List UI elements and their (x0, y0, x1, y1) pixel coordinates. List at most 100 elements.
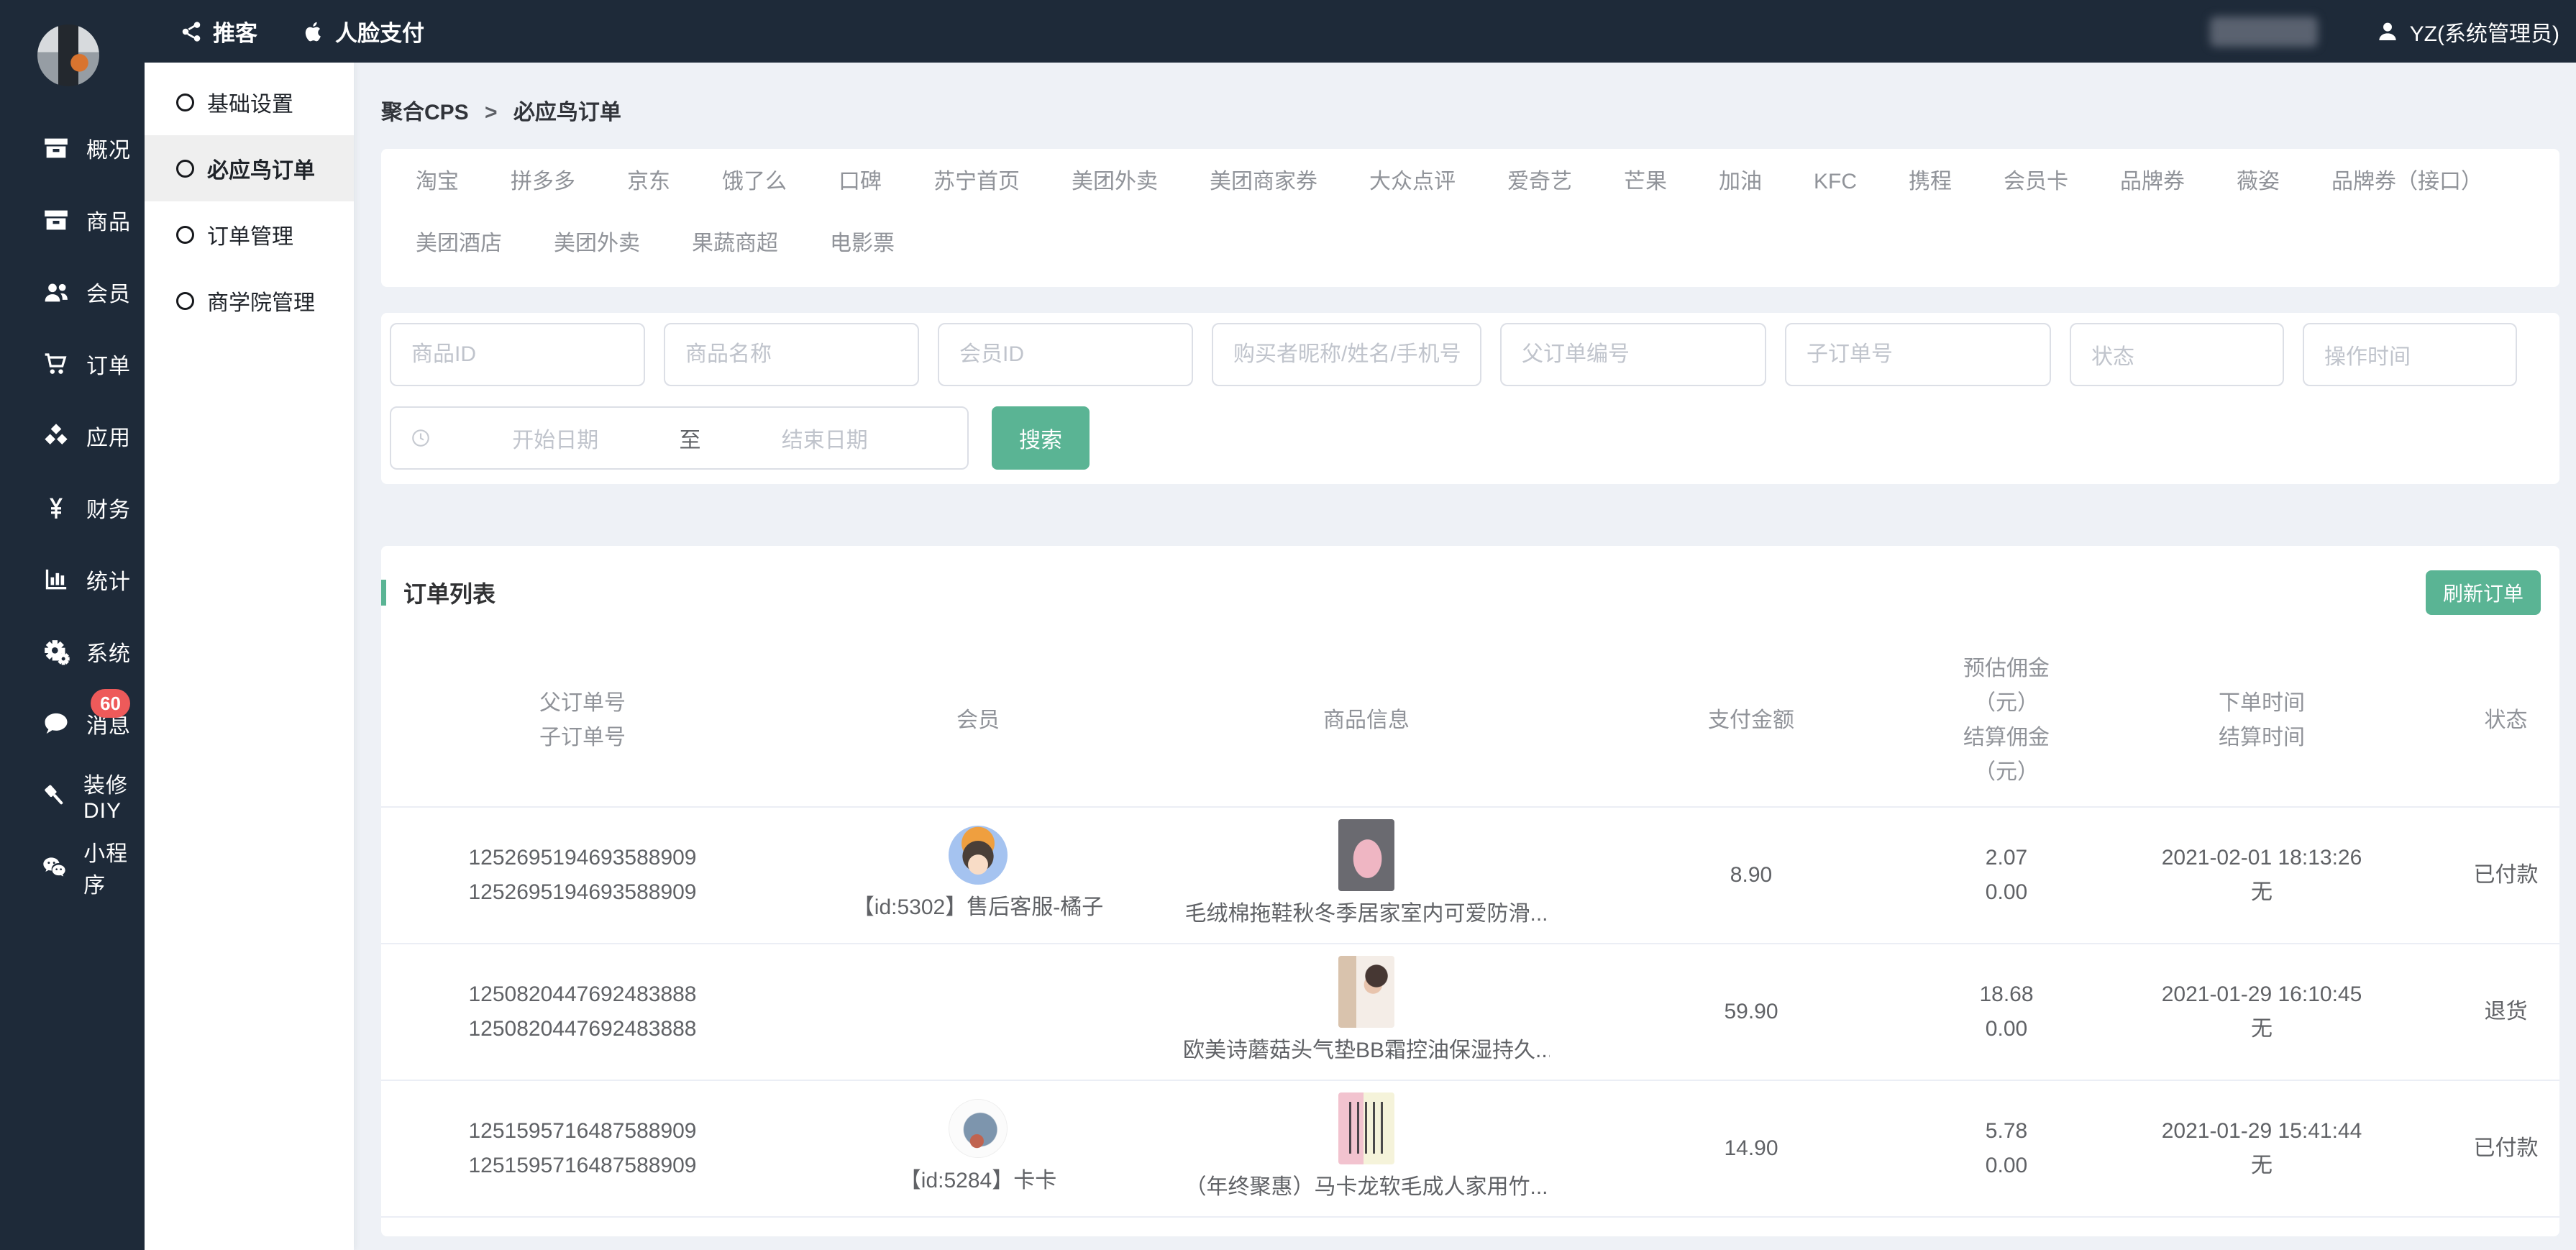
sidebar-item-overview[interactable]: 概况 (0, 112, 145, 184)
member-id-input[interactable] (938, 323, 1193, 386)
platform-tabs-card: 淘宝拼多多京东饿了么口碑苏宁首页美团外卖美团商家券大众点评爱奇艺芒果加油KFC携… (381, 149, 2559, 287)
platform-tab[interactable]: 淘宝 (416, 168, 459, 196)
refresh-orders-button[interactable]: 刷新订单 (2426, 570, 2541, 615)
sub-order-number: 1251595716487588909 (468, 1149, 696, 1183)
column-header: 下单时间结算时间 (2071, 686, 2452, 755)
platform-tab[interactable]: 品牌券（接口） (2331, 168, 2483, 196)
parent-order-number: 1251595716487588909 (468, 1114, 696, 1149)
platform-tab[interactable]: 电影票 (830, 229, 895, 258)
platform-tab[interactable]: 美团外卖 (554, 229, 640, 258)
sidebar-item-label: 系统 (86, 636, 131, 667)
status-select[interactable]: 状态 (2070, 323, 2284, 386)
member-cell: 【id:5302】售后客服-橘子 (784, 826, 1172, 925)
sub-order-no-input[interactable] (1785, 323, 2051, 386)
time-cell: 2021-02-01 18:13:26无 (2071, 841, 2452, 910)
subnav-item-bingbird-orders[interactable]: 必应鸟订单 (145, 135, 354, 201)
column-header: 商品信息 (1172, 703, 1561, 738)
current-user[interactable]: YZ(系统管理员) (2375, 16, 2559, 47)
order-list-header: 订单列表 刷新订单 (381, 570, 2559, 615)
platform-tab[interactable]: 品牌券 (2120, 168, 2185, 196)
sidebar-item-label: 财务 (86, 492, 131, 524)
breadcrumb-root[interactable]: 聚合CPS (381, 101, 469, 124)
gavel-icon (40, 781, 69, 810)
platform-tab[interactable]: 大众点评 (1369, 168, 1456, 196)
platform-tab[interactable]: 苏宁首页 (933, 168, 1020, 196)
status-cell: 已付款 (2452, 1131, 2559, 1166)
sidebar-item-messages[interactable]: 消息60 (0, 688, 145, 759)
sidebar-item-stats[interactable]: 统计 (0, 544, 145, 616)
column-header: 父订单号子订单号 (381, 686, 784, 755)
commission-cell: 5.780.00 (1942, 1114, 2071, 1183)
platform-tab[interactable]: 饿了么 (722, 168, 787, 196)
platform-tab[interactable]: 携程 (1909, 168, 1952, 196)
date-range-picker[interactable]: 开始日期 至 结束日期 (390, 406, 969, 470)
parent-order-number: 1252695194693588909 (468, 841, 696, 875)
platform-tab[interactable]: 美团外卖 (1072, 168, 1158, 196)
operate-time-select[interactable]: 操作时间 (2303, 323, 2517, 386)
platform-tab[interactable]: 芒果 (1624, 168, 1667, 196)
time-cell: 2021-01-29 16:10:45无 (2071, 977, 2452, 1046)
platform-tab[interactable]: 美团商家券 (1210, 168, 1317, 196)
sidebar-item-finance[interactable]: 财务 (0, 472, 145, 544)
cart-icon (40, 350, 72, 378)
platform-tab[interactable]: KFC (1814, 168, 1857, 196)
platform-tab[interactable]: 加油 (1719, 168, 1762, 196)
platform-tab[interactable]: 会员卡 (2004, 168, 2068, 196)
column-header: 预估佣金（元）结算佣金（元） (1942, 652, 2071, 790)
estimated-commission: 5.78 (1986, 1114, 2027, 1149)
platform-tab[interactable]: 美团酒店 (416, 229, 502, 258)
subnav-item-label: 基础设置 (207, 86, 293, 118)
settle-time: 无 (2251, 1149, 2273, 1183)
product-name-input[interactable] (664, 323, 919, 386)
sidebar-item-orders[interactable]: 订单 (0, 328, 145, 400)
sidebar-item-diy[interactable]: 装修DIY (0, 759, 145, 831)
profile-avatar[interactable] (37, 24, 99, 86)
filters-row-2: 开始日期 至 结束日期 搜索 (390, 406, 2551, 470)
table-row: 12508204476924838881250820447692483888欧美… (381, 944, 2559, 1081)
subnav-item-label: 必应鸟订单 (207, 152, 315, 184)
pay-amount-cell: 8.90 (1561, 858, 1942, 893)
subnav-item-academy-management[interactable]: 商学院管理 (145, 268, 354, 334)
circle-icon (176, 226, 194, 244)
subnav-item-basic-settings[interactable]: 基础设置 (145, 69, 354, 135)
commission-cell: 18.680.00 (1942, 977, 2071, 1046)
sub-order-number: 1250820447692483888 (468, 1012, 696, 1046)
order-numbers-cell: 12515957164875889091251595716487588909 (381, 1114, 784, 1183)
sidebar-item-miniprogram[interactable]: 小程序 (0, 831, 145, 903)
circle-icon (176, 160, 194, 178)
product-cell: （年终聚惠）马卡龙软毛成人家用竹... (1172, 1092, 1561, 1205)
status-label: 已付款 (2474, 858, 2539, 893)
topbar-nav-face-pay[interactable]: 人脸支付 (302, 15, 424, 47)
platform-tab[interactable]: 拼多多 (511, 168, 575, 196)
sidebar-item-members[interactable]: 会员 (0, 256, 145, 328)
parent-order-no-input[interactable] (1500, 323, 1766, 386)
platform-tab[interactable]: 口碑 (839, 168, 882, 196)
topbar-right: YZ(系统管理员) (2210, 0, 2559, 63)
pay-amount: 14.90 (1724, 1131, 1778, 1166)
product-cell: 欧美诗蘑菇头气垫BB霜控油保湿持久... (1172, 956, 1561, 1068)
buyer-keyword-input[interactable] (1212, 323, 1481, 386)
start-date-placeholder: 开始日期 (431, 422, 680, 454)
settle-time: 无 (2251, 875, 2273, 910)
gears-icon (40, 637, 72, 666)
sidebar-item-system[interactable]: 系统 (0, 616, 145, 688)
platform-tab[interactable]: 果蔬商超 (692, 229, 778, 258)
sidebar-item-goods[interactable]: 商品 (0, 184, 145, 256)
topbar-nav-tuike[interactable]: 推客 (180, 15, 257, 47)
wechat-icon (40, 853, 69, 882)
sidebar-item-apps[interactable]: 应用 (0, 400, 145, 472)
time-cell: 2021-01-29 15:41:44无 (2071, 1114, 2452, 1183)
product-id-input[interactable] (390, 323, 645, 386)
search-button[interactable]: 搜索 (992, 406, 1090, 470)
platform-tab[interactable]: 薇姿 (2237, 168, 2280, 196)
sidebar-item-label: 商品 (86, 204, 131, 236)
status-cell: 已付款 (2452, 858, 2559, 893)
cubes-icon (40, 421, 72, 450)
platform-tab[interactable]: 京东 (627, 168, 670, 196)
platform-tab[interactable]: 爱奇艺 (1507, 168, 1572, 196)
platform-tabs: 淘宝拼多多京东饿了么口碑苏宁首页美团外卖美团商家券大众点评爱奇艺芒果加油KFC携… (416, 168, 2525, 258)
circle-icon (176, 93, 194, 111)
column-header: 会员 (784, 703, 1172, 738)
circle-icon (176, 292, 194, 310)
subnav-item-order-management[interactable]: 订单管理 (145, 201, 354, 268)
